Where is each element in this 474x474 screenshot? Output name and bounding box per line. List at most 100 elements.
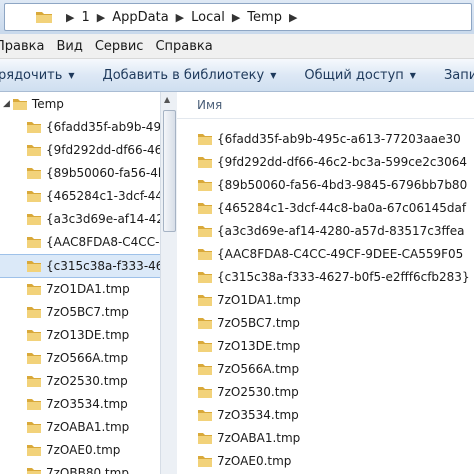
nav-item[interactable]: {6fadd35f-ab9b-495	[0, 116, 160, 138]
add-to-library-button[interactable]: Добавить в библиотеку ▼	[103, 68, 277, 83]
chevron-right-icon[interactable]: ▶	[97, 11, 105, 24]
nav-item-label: {9fd292dd-df66-46	[46, 143, 160, 157]
nav-item-label: {c315c38a-f333-462	[46, 259, 160, 273]
nav-item-label: 7zO5BC7.tmp	[46, 305, 129, 319]
nav-item-temp[interactable]: ◢ Temp	[0, 93, 160, 115]
nav-item-label: {89b50060-fa56-4b	[46, 166, 160, 180]
file-row[interactable]: {9fd292dd-df66-46c2-bc3a-599ce2c3064	[197, 151, 474, 173]
folder-icon	[12, 99, 27, 110]
nav-item[interactable]: 7zO13DE.tmp	[0, 324, 160, 346]
file-row[interactable]: 7zO566A.tmp	[197, 358, 474, 380]
folder-icon	[27, 214, 41, 225]
nav-item[interactable]: {a3c3d69e-af14-42	[0, 208, 160, 230]
scrollbar-thumb[interactable]	[163, 110, 176, 232]
nav-item[interactable]: {AAC8FDA8-C4CC-4	[0, 231, 160, 253]
scroll-up-arrow-icon[interactable]: ▲	[164, 95, 170, 104]
folder-icon	[27, 145, 41, 156]
folder-icon	[27, 122, 41, 133]
file-name: {465284c1-3dcf-44c8-ba0a-67c06145daf	[217, 201, 467, 215]
nav-scrollbar[interactable]: ▲	[160, 92, 178, 474]
folder-icon	[198, 180, 212, 191]
folder-icon	[198, 318, 212, 329]
file-row[interactable]: {89b50060-fa56-4bd3-9845-6796bb7b80	[197, 174, 474, 196]
nav-item[interactable]: 7zOAE0.tmp	[0, 439, 160, 461]
folder-icon	[27, 237, 41, 248]
organize-button[interactable]: рядочить ▼	[0, 68, 75, 83]
nav-item-label: 7zO566A.tmp	[46, 351, 129, 365]
breadcrumb-temp[interactable]: Temp	[247, 10, 282, 25]
nav-item-selected[interactable]: {c315c38a-f333-462	[0, 254, 160, 278]
menu-help[interactable]: Справка	[155, 39, 212, 54]
column-name-label: Имя	[197, 98, 223, 112]
chevron-right-icon[interactable]: ▶	[176, 11, 184, 24]
folder-icon	[198, 134, 212, 145]
menu-bar: Правка Вид Сервис Справка	[0, 34, 474, 59]
breadcrumb-1[interactable]: 1	[81, 10, 89, 25]
file-row[interactable]: {a3c3d69e-af14-4280-a57d-83517c3ffea	[197, 220, 474, 242]
file-name: {AAC8FDA8-C4CC-49CF-9DEE-CA559F05	[217, 247, 464, 261]
dropdown-arrow-icon: ▼	[409, 70, 416, 80]
folder-icon	[198, 272, 212, 283]
file-name: 7zO3534.tmp	[217, 408, 299, 422]
address-field[interactable]: ▶ 1 ▶ AppData ▶ Local ▶ Temp ▶	[4, 3, 472, 31]
nav-item[interactable]: 7zO566A.tmp	[0, 347, 160, 369]
file-name: {89b50060-fa56-4bd3-9845-6796bb7b80	[217, 178, 468, 192]
file-name: {6fadd35f-ab9b-495c-a613-77203aae30	[217, 132, 461, 146]
add-to-library-label: Добавить в библиотеку	[102, 67, 265, 83]
folder-icon	[27, 307, 41, 318]
file-row[interactable]: 7zO1DA1.tmp	[197, 289, 474, 311]
nav-item[interactable]: 7zOABA1.tmp	[0, 416, 160, 438]
file-row[interactable]: {c315c38a-f333-4627-b0f5-e2fff6cfb283}	[197, 266, 474, 288]
nav-item-label: {AAC8FDA8-C4CC-4	[46, 235, 160, 249]
chevron-right-icon[interactable]: ▶	[289, 11, 297, 24]
menu-view[interactable]: Вид	[56, 39, 82, 54]
file-row[interactable]: {6fadd35f-ab9b-495c-a613-77203aae30	[197, 128, 474, 150]
menu-tools[interactable]: Сервис	[95, 39, 144, 54]
nav-item[interactable]: 7zOBB80.tmp	[0, 462, 160, 474]
folder-icon	[27, 353, 41, 364]
nav-item[interactable]: {465284c1-3dcf-44c	[0, 185, 160, 207]
folder-icon	[27, 445, 41, 456]
file-name: 7zOABA1.tmp	[217, 431, 301, 445]
nav-item[interactable]: 7zO5BC7.tmp	[0, 301, 160, 323]
file-row[interactable]: 7zO13DE.tmp	[197, 335, 474, 357]
file-row[interactable]: 7zO3534.tmp	[197, 404, 474, 426]
folder-icon	[27, 261, 41, 272]
file-row[interactable]: 7zO2530.tmp	[197, 381, 474, 403]
dropdown-arrow-icon: ▼	[68, 70, 75, 80]
nav-item[interactable]: 7zO3534.tmp	[0, 393, 160, 415]
breadcrumb-local[interactable]: Local	[191, 10, 225, 25]
burn-label: Записать	[443, 67, 474, 83]
file-row[interactable]: 7zO5BC7.tmp	[197, 312, 474, 334]
share-label: Общий доступ	[304, 67, 404, 83]
file-name: 7zO1DA1.tmp	[217, 293, 301, 307]
folder-icon	[198, 387, 212, 398]
menu-edit[interactable]: Правка	[0, 39, 44, 54]
burn-button[interactable]: Записать	[444, 68, 474, 83]
folder-icon	[27, 191, 41, 202]
share-button[interactable]: Общий доступ ▼	[304, 68, 416, 83]
folder-icon	[198, 364, 212, 375]
file-list: Имя {6fadd35f-ab9b-495c-a613-77203aae30 …	[177, 92, 474, 474]
nav-item[interactable]: {89b50060-fa56-4b	[0, 162, 160, 184]
folder-icon	[27, 168, 41, 179]
chevron-right-icon[interactable]: ▶	[66, 11, 74, 24]
file-row[interactable]: {465284c1-3dcf-44c8-ba0a-67c06145daf	[197, 197, 474, 219]
nav-item-label: 7zO2530.tmp	[46, 374, 128, 388]
dropdown-arrow-icon: ▼	[270, 70, 277, 80]
breadcrumb-appdata[interactable]: AppData	[112, 10, 168, 25]
chevron-right-icon[interactable]: ▶	[232, 11, 240, 24]
nav-item-label: Temp	[31, 97, 64, 111]
expand-arrow-icon[interactable]: ◢	[3, 99, 10, 109]
folder-icon	[27, 376, 41, 387]
folder-icon	[27, 284, 41, 295]
folder-icon	[198, 410, 212, 421]
file-row[interactable]: 7zOABA1.tmp	[197, 427, 474, 449]
nav-item[interactable]: 7zO1DA1.tmp	[0, 278, 160, 300]
nav-item[interactable]: {9fd292dd-df66-46	[0, 139, 160, 161]
file-row[interactable]: 7zOAE0.tmp	[197, 450, 474, 472]
column-header-name[interactable]: Имя	[177, 92, 474, 119]
nav-item[interactable]: 7zO2530.tmp	[0, 370, 160, 392]
file-row[interactable]: {AAC8FDA8-C4CC-49CF-9DEE-CA559F05	[197, 243, 474, 265]
folder-icon	[198, 226, 212, 237]
